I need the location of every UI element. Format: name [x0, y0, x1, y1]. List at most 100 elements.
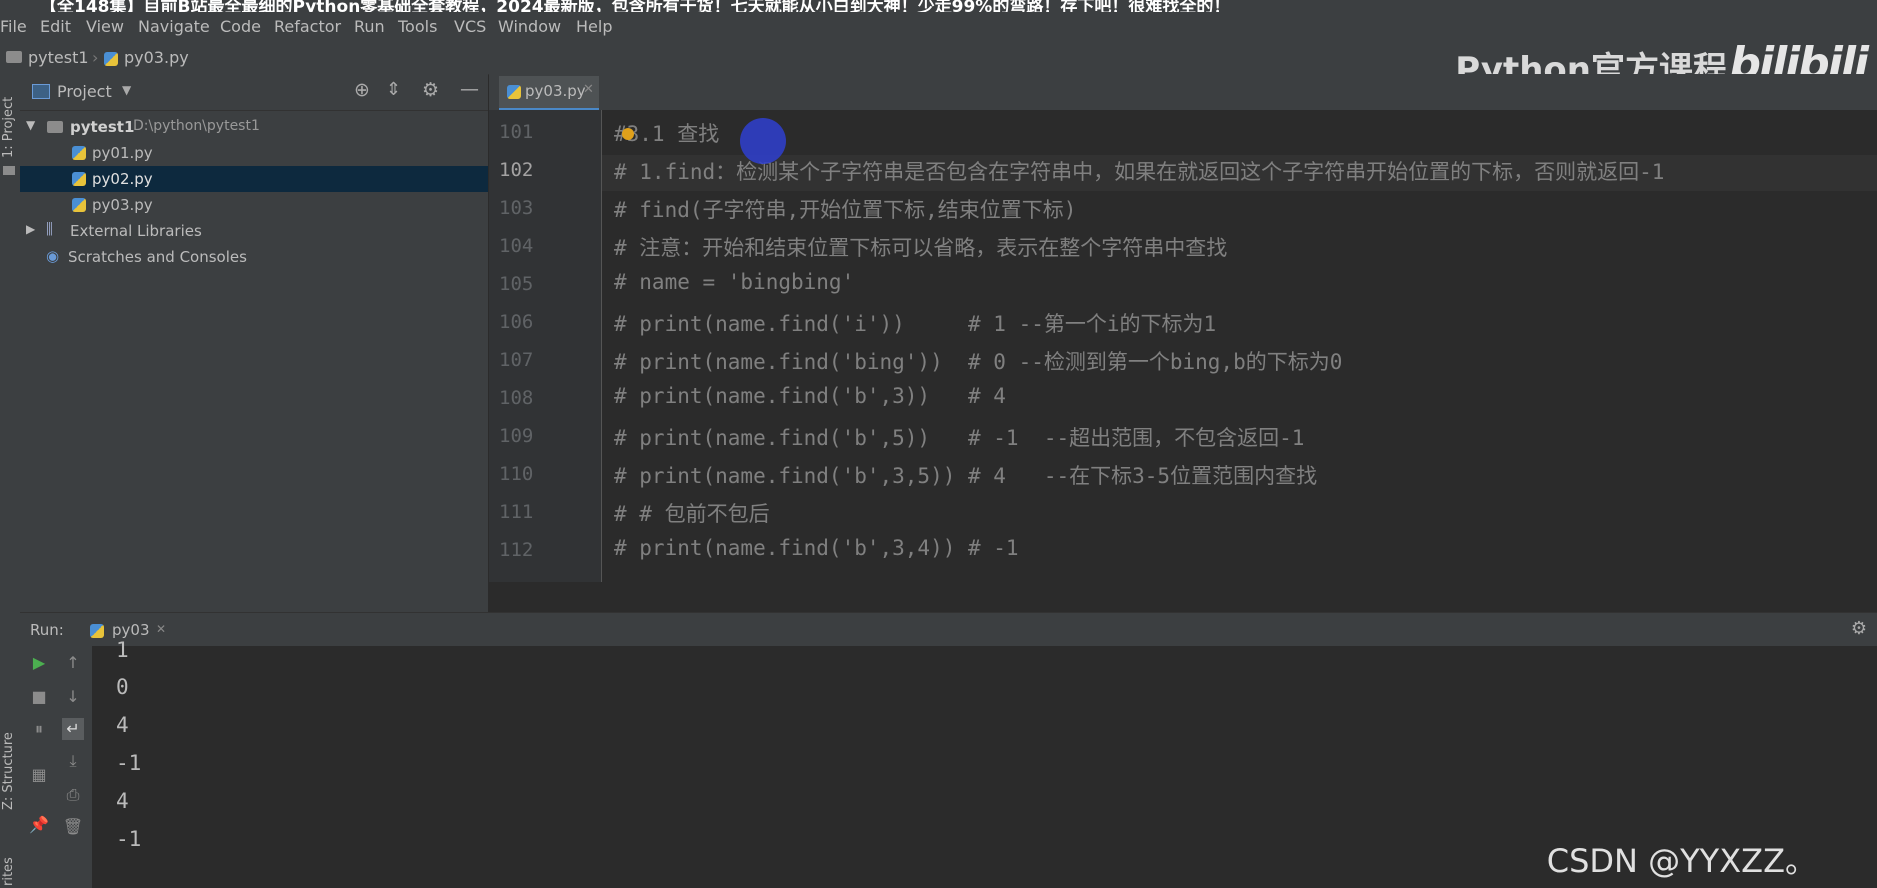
- print-icon[interactable]: ⎙: [62, 784, 84, 806]
- lightbulb-icon[interactable]: [622, 128, 634, 140]
- code-line: # name = 'bingbing': [614, 270, 855, 294]
- code-line: # print(name.find('b',5)) # -1 --超出范围，不包…: [614, 426, 1305, 450]
- left-tool-stripe: 1: Project Z: Structure rites: [0, 74, 21, 888]
- menu-help[interactable]: Help: [576, 17, 612, 36]
- window-title: 【全148集】目前B站最全最细的Python零基础全套教程，2024最新版，包含…: [40, 0, 1231, 12]
- run-tab-label[interactable]: py03: [112, 621, 150, 639]
- editor-tab-bar: py03.py ✕: [489, 74, 1877, 111]
- tool-tab-structure[interactable]: Z: Structure: [1, 732, 16, 810]
- run-panel-header: Run: py03 ✕ ⚙: [20, 612, 1877, 647]
- line-number: 103: [499, 197, 534, 219]
- arrow-down-icon[interactable]: ↓: [62, 686, 84, 708]
- tree-item-py01[interactable]: py01.py: [20, 140, 488, 166]
- line-number: 106: [499, 311, 534, 333]
- chevron-down-icon[interactable]: ▼: [122, 83, 131, 97]
- line-number: 108: [499, 387, 534, 409]
- python-file-icon: [104, 52, 118, 66]
- tool-tab-project[interactable]: 1: Project: [1, 97, 16, 158]
- chevron-down-icon[interactable]: ▼: [26, 118, 35, 132]
- tree-item-label: py01.py: [92, 144, 153, 162]
- menu-code[interactable]: Code: [220, 17, 261, 36]
- trash-icon[interactable]: 🗑: [62, 816, 84, 838]
- line-number: 104: [499, 235, 534, 257]
- window-title-bar: 【全148集】目前B站最全最细的Python零基础全套教程，2024最新版，包含…: [0, 0, 1877, 12]
- breadcrumb-file[interactable]: py03.py: [124, 48, 189, 67]
- tree-item-label: pytest1: [70, 118, 135, 136]
- output-line: -1: [116, 827, 142, 851]
- menu-navigate[interactable]: Navigate: [138, 17, 210, 36]
- tool-tab-favorites[interactable]: rites: [1, 857, 16, 886]
- tree-item-pytest1[interactable]: ▼ pytest1 D:\python\pytest1: [20, 114, 488, 140]
- minimize-icon[interactable]: —: [460, 78, 479, 100]
- scroll-to-end-icon[interactable]: ⤓: [62, 750, 84, 772]
- collapse-all-icon[interactable]: ⇕: [386, 79, 401, 100]
- editor-tab-py03[interactable]: py03.py ✕: [499, 76, 599, 111]
- line-number: 101: [499, 121, 534, 143]
- project-panel-title[interactable]: Project: [57, 82, 112, 101]
- menu-run[interactable]: Run: [354, 17, 385, 36]
- project-view-icon: [32, 84, 50, 99]
- code-line: # 注意：开始和结束位置下标可以省略，表示在整个字符串中查找: [614, 236, 1228, 260]
- code-line: # # 包前不包后: [614, 502, 770, 526]
- line-number: 110: [499, 463, 534, 485]
- breadcrumb-project[interactable]: pytest1: [28, 48, 89, 67]
- run-toolbar: ▶ ↑ ■ ↓ ⏸ ↵ ⤓ ▦ ⎙ 📌 🗑: [20, 646, 92, 888]
- stop-icon[interactable]: ■: [28, 686, 50, 708]
- close-icon[interactable]: ✕: [156, 622, 166, 636]
- scratch-icon: ◉: [46, 247, 60, 265]
- tree-item-scratches[interactable]: ◉ Scratches and Consoles: [20, 244, 488, 270]
- python-run-icon: [90, 624, 104, 638]
- csdn-watermark: CSDN @YYXZZ。: [1546, 842, 1817, 880]
- code-line: # find(子字符串,开始位置下标,结束位置下标): [614, 198, 1077, 222]
- menu-view[interactable]: View: [86, 17, 124, 36]
- tree-item-py03[interactable]: py03.py: [20, 192, 488, 218]
- menu-window[interactable]: Window: [498, 17, 561, 36]
- output-line: 0: [116, 675, 129, 699]
- menu-tools[interactable]: Tools: [398, 17, 437, 36]
- tree-item-external-libraries[interactable]: ▶ ⫼ External Libraries: [20, 218, 488, 244]
- output-line: 4: [116, 789, 129, 813]
- menu-edit[interactable]: Edit: [40, 17, 71, 36]
- gear-icon[interactable]: ⚙: [422, 79, 439, 101]
- pin-icon[interactable]: 📌: [28, 814, 50, 836]
- python-file-icon: [72, 172, 86, 186]
- tree-item-label: py03.py: [92, 196, 153, 214]
- tree-item-py02[interactable]: py02.py: [20, 166, 488, 192]
- code-line: # print(name.find('b',3,4)) # -1: [614, 536, 1019, 560]
- gear-icon[interactable]: ⚙: [1851, 618, 1867, 639]
- menu-vcs[interactable]: VCS: [454, 17, 486, 36]
- menu-refactor[interactable]: Refactor: [274, 17, 341, 36]
- library-icon: ⫼: [46, 220, 53, 238]
- rerun-icon[interactable]: ▶: [28, 652, 50, 674]
- folder-icon: [6, 51, 22, 63]
- line-number: 109: [499, 425, 534, 447]
- mouse-cursor-highlight: [740, 118, 786, 164]
- line-number: 111: [499, 501, 534, 523]
- line-number: 112: [499, 539, 534, 561]
- code-line: # print(name.find('i')) # 1 --第一个i的下标为1: [614, 312, 1217, 336]
- tree-item-path: D:\python\pytest1: [133, 118, 260, 134]
- project-panel: Project ▼ ⊕ ⇕ ⚙ — ▼ pytest1 D:\python\py…: [20, 74, 488, 612]
- code-line: # print(name.find('b',3,5)) # 4 --在下标3-5…: [614, 464, 1318, 488]
- code-editor[interactable]: #3.1 查找 # 1.find：检测某个子字符串是否包含在字符串中，如果在就返…: [602, 110, 1877, 582]
- line-number: 102: [499, 159, 534, 181]
- soft-wrap-icon[interactable]: ↵: [62, 718, 84, 740]
- close-icon[interactable]: ✕: [583, 82, 594, 97]
- editor-tab-label: py03.py: [525, 82, 586, 100]
- output-line: 4: [116, 713, 129, 737]
- menu-bar: File Edit View Navigate Code Refactor Ru…: [0, 12, 1877, 42]
- locate-icon[interactable]: ⊕: [354, 79, 370, 101]
- folder-icon: [3, 166, 15, 175]
- line-number: 107: [499, 349, 534, 371]
- chevron-right-icon[interactable]: ▶: [26, 222, 35, 236]
- line-number-gutter: 101 102 103 104 105 106 107 108 109 110 …: [489, 110, 602, 582]
- python-file-icon: [507, 85, 521, 99]
- layout-icon[interactable]: ▦: [28, 764, 50, 786]
- arrow-up-icon[interactable]: ↑: [62, 652, 84, 674]
- run-panel-label: Run:: [30, 621, 64, 639]
- tree-item-label: py02.py: [92, 170, 153, 188]
- code-line: # print(name.find('b',3)) # 4: [614, 384, 1006, 408]
- output-line: 1: [116, 638, 129, 662]
- menu-file[interactable]: File: [0, 17, 27, 36]
- pause-icon[interactable]: ⏸: [28, 718, 50, 740]
